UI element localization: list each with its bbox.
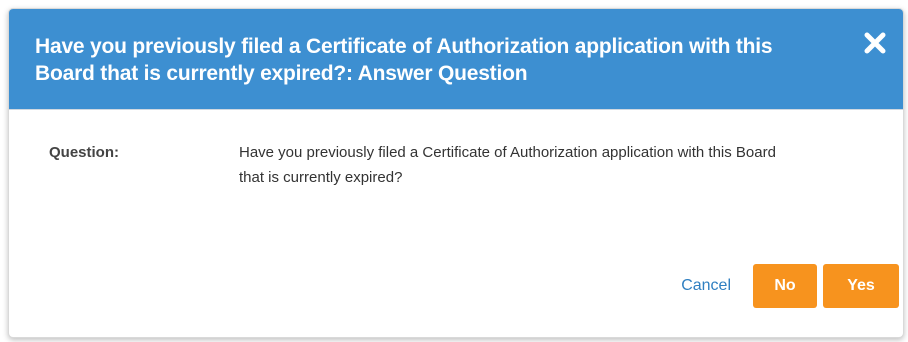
answer-question-dialog: Have you previously filed a Certificate …: [8, 8, 904, 338]
no-button[interactable]: No: [753, 264, 817, 308]
yes-button[interactable]: Yes: [823, 264, 899, 308]
question-text: Have you previously filed a Certificate …: [239, 144, 776, 186]
close-icon: [864, 32, 886, 54]
dialog-footer: Cancel No Yes: [681, 263, 899, 309]
dialog-title: Have you previously filed a Certificate …: [35, 35, 773, 85]
close-button[interactable]: [861, 29, 889, 57]
dialog-header: Have you previously filed a Certificate …: [9, 9, 903, 110]
question-label: Question:: [49, 144, 119, 161]
cancel-button[interactable]: Cancel: [681, 277, 731, 295]
